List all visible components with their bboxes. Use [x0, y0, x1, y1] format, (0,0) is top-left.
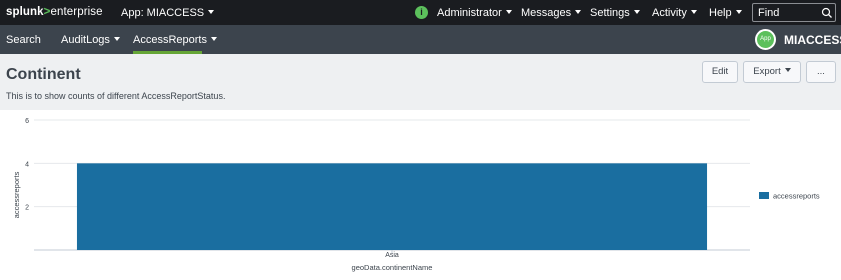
chevron-down-icon [113, 37, 120, 41]
nav-accessreports-label: AccessReports [133, 34, 207, 46]
page-description: This is to show counts of different Acce… [6, 91, 226, 101]
page-title: Continent [6, 66, 81, 83]
chevron-down-icon [505, 10, 512, 14]
bar-chart: 2 4 6 Asia geoData.continentName accessreport… [12, 118, 820, 272]
chevron-down-icon [784, 68, 791, 72]
y-axis-title: accessreports [12, 171, 21, 218]
find-input[interactable] [753, 4, 819, 21]
export-label: Export [753, 66, 781, 77]
y-tick-label: 4 [25, 161, 29, 168]
top-navigation-bar: splunk>enterprise App: MIACCESS i Admini… [0, 0, 841, 25]
activity-label: Activity [652, 7, 687, 19]
administrator-label: Administrator [437, 7, 502, 19]
app-navigation-bar: Search AuditLogs AccessReports [0, 25, 841, 54]
chevron-down-icon [575, 10, 582, 14]
app-menu[interactable]: App: MIACCESS [121, 7, 215, 19]
app-menu-label: App: MIACCESS [121, 7, 205, 19]
search-icon[interactable] [821, 7, 833, 19]
chevron-down-icon [690, 10, 697, 14]
chevron-down-icon [633, 10, 640, 14]
activity-menu[interactable]: Activity [652, 7, 697, 19]
nav-active-indicator [133, 51, 202, 54]
export-button[interactable]: Export [743, 61, 801, 83]
chart-panel: 2 4 6 Asia geoData.continentName accessreport… [0, 110, 841, 280]
more-button[interactable]: ... [806, 61, 836, 83]
app-name[interactable]: MIACCESS [784, 33, 841, 47]
nav-auditlogs-label: AuditLogs [61, 34, 110, 46]
logo-gt-text: > [43, 6, 51, 18]
chevron-down-icon [735, 10, 742, 14]
x-tick-label: Asia [385, 252, 399, 259]
info-icon[interactable]: i [415, 6, 428, 19]
edit-button[interactable]: Edit [702, 61, 738, 83]
settings-label: Settings [590, 7, 630, 19]
legend-swatch [759, 192, 769, 199]
bar-asia[interactable] [76, 163, 708, 250]
nav-search[interactable]: Search [6, 34, 41, 46]
messages-menu[interactable]: Messages [521, 7, 582, 19]
logo-splunk-text: splunk [6, 6, 44, 18]
nav-auditlogs[interactable]: AuditLogs [61, 34, 120, 46]
messages-label: Messages [521, 7, 572, 19]
app-icon[interactable]: App [755, 29, 776, 50]
x-axis-title: geoData.continentName [352, 263, 433, 272]
legend-label: accessreports [773, 192, 820, 201]
chevron-down-icon [208, 10, 215, 14]
logo-enterprise-text: enterprise [50, 6, 103, 18]
splunk-logo[interactable]: splunk>enterprise [6, 6, 103, 18]
y-tick-label: 2 [25, 205, 29, 212]
nav-accessreports[interactable]: AccessReports [133, 34, 217, 46]
settings-menu[interactable]: Settings [590, 7, 640, 19]
y-tick-label: 6 [25, 118, 29, 125]
chevron-down-icon [210, 37, 217, 41]
help-label: Help [709, 7, 732, 19]
administrator-menu[interactable]: Administrator [437, 7, 512, 19]
find-box [752, 3, 836, 22]
help-menu[interactable]: Help [709, 7, 742, 19]
